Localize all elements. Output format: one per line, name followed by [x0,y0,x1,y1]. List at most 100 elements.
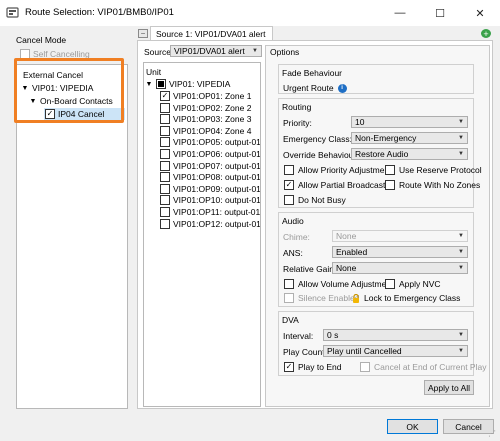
unit-item-label: VIP01:OP11: output-01-1 [173,207,260,217]
unit-item[interactable]: VIP01:OP12: output-01-1 [160,218,260,229]
override-behaviour-label: Override Behaviour: [283,150,359,160]
interval-value: 0 s [327,330,339,340]
dropdown-arrow-icon: ▼ [458,265,464,271]
unit-item[interactable]: VIP01:OP02: Zone 2 [160,102,260,113]
minimize-button[interactable]: — [380,0,420,26]
tab-source-1[interactable]: Source 1: VIP01/DVA01 alert [10] [150,26,273,49]
apply-nvc-checkbox[interactable]: Apply NVC [385,279,441,289]
checkbox-checked-icon: ✓ [284,180,294,190]
relative-gain-value: None [336,263,357,273]
apply-to-all-button[interactable]: Apply to All [424,380,474,395]
self-cancelling-checkbox[interactable]: Self Cancelling [20,49,90,59]
source-value: VIP01/DVA01 alert [174,46,245,56]
override-behaviour-select[interactable]: Restore Audio ▼ [351,148,468,160]
checkbox-icon[interactable] [160,114,170,125]
dropdown-arrow-icon: ▼ [458,233,464,239]
do-not-busy-checkbox[interactable]: Do Not Busy [284,195,346,205]
dropdown-arrow-icon: ▼ [458,151,464,157]
chevron-down-icon[interactable]: ▼ [29,98,37,105]
chevron-down-icon[interactable]: ▼ [145,81,153,88]
checkbox-icon[interactable] [160,160,170,171]
checkbox-icon [360,362,370,372]
ans-value: Enabled [336,247,368,257]
emergency-class-select[interactable]: Non-Emergency ▼ [351,132,468,144]
dropdown-arrow-icon: ▼ [458,249,464,255]
cancel-at-end-checkbox[interactable]: Cancel at End of Current Play [360,362,486,372]
remove-tab-button[interactable]: − [138,29,148,38]
unit-item-label: VIP01:OP09: output-01-0 [173,183,260,194]
allow-priority-adjustment-checkbox[interactable]: Allow Priority Adjustment [284,165,392,175]
checkbox-icon[interactable] [160,172,170,183]
unit-item[interactable]: VIP01:OP04: Zone 4 [160,125,260,136]
app-icon [6,7,19,18]
interval-label: Interval: [283,331,314,341]
unit-label: Unit [146,67,162,77]
checkbox-icon [284,279,294,289]
resize-grip-icon[interactable]: ⋰ [488,429,496,438]
chime-label: Chime: [283,232,310,242]
unit-item[interactable]: VIP01:OP05: output-01-0 [160,137,260,148]
unit-item[interactable]: VIP01:OP07: output-01-0 [160,160,260,171]
source-select[interactable]: VIP01/DVA01 alert ▼ [170,45,262,57]
lock-icon [353,293,359,303]
use-reserve-protocol-checkbox[interactable]: Use Reserve Protocol [385,165,482,175]
checkbox-checked-icon[interactable]: ✓ [45,109,55,119]
checkbox-checked-icon: ✓ [284,362,294,372]
close-button[interactable]: ✕ [460,0,500,26]
tree-group[interactable]: ▼ On-Board Contacts [29,96,113,106]
checkbox-icon[interactable] [160,195,170,206]
play-count-select[interactable]: Play until Cancelled ▼ [323,345,468,357]
play-to-end-checkbox[interactable]: ✓ Play to End [284,362,341,372]
unit-item[interactable]: VIP01:OP10: output-01-1 [160,195,260,206]
unit-tree-root[interactable]: ▼ VIP01: VIPEDIA [145,79,230,89]
checkbox-checked-icon[interactable]: ✓ [160,91,170,101]
chime-select[interactable]: None ▼ [332,230,468,242]
checkbox-icon[interactable] [160,207,170,217]
maximize-button[interactable]: ☐ [420,0,460,26]
checkbox-icon [284,165,294,175]
unit-item-label: VIP01:OP02: Zone 2 [173,102,252,113]
unit-item[interactable]: VIP01:OP11: output-01-1 [160,207,260,217]
checkbox-label: Cancel at End of Current Play [374,362,487,372]
checkbox-icon[interactable] [160,102,170,113]
unit-item[interactable]: VIP01:OP03: Zone 3 [160,114,260,125]
checkbox-icon[interactable] [160,218,170,229]
unit-item[interactable]: ✓ VIP01:OP01: Zone 1 [160,91,260,101]
tree-item-ip04-cancel[interactable]: ✓ IP04 Cancel [44,108,125,120]
checkbox-partial-icon[interactable] [156,79,166,89]
unit-item-label: VIP01:OP05: output-01-0 [173,137,260,148]
tree-root[interactable]: External Cancel [23,70,83,80]
unit-root-label: VIP01: VIPEDIA [169,79,231,89]
checkbox-label: Silence Enabled [298,293,360,303]
checkbox-icon[interactable] [160,137,170,148]
emergency-class-label: Emergency Class: [283,134,352,144]
add-tab-button[interactable]: + [481,29,491,39]
priority-select[interactable]: 10 ▼ [351,116,468,128]
relative-gain-select[interactable]: None ▼ [332,262,468,274]
checkbox-icon [385,279,395,289]
tree-device[interactable]: ▼ VIP01: VIPEDIA [21,83,94,93]
silence-enabled-checkbox[interactable]: Silence Enabled [284,293,359,303]
ok-button[interactable]: OK [387,419,438,434]
unit-item-label: VIP01:OP12: output-01-1 [173,218,260,229]
allow-volume-adjustment-checkbox[interactable]: Allow Volume Adjustment [284,279,393,289]
route-with-no-zones-checkbox[interactable]: Route With No Zones [385,180,480,190]
ans-select[interactable]: Enabled ▼ [332,246,468,258]
unit-item[interactable]: VIP01:OP08: output-01-0 [160,172,260,183]
checkbox-icon[interactable] [160,149,170,159]
checkbox-icon[interactable] [160,125,170,136]
cancel-button[interactable]: Cancel [443,419,494,434]
lock-to-emergency-row[interactable]: Lock to Emergency Class [352,293,460,303]
unit-item[interactable]: VIP01:OP09: output-01-0 [160,183,260,194]
info-icon[interactable]: i [337,83,347,93]
checkbox-icon[interactable] [160,183,170,194]
checkbox-icon [385,165,395,175]
cancel-mode-label: Cancel Mode [16,35,67,45]
unit-item-label: VIP01:OP03: Zone 3 [173,114,252,125]
allow-partial-broadcast-checkbox[interactable]: ✓ Allow Partial Broadcast [284,180,385,190]
priority-value: 10 [355,117,365,127]
unit-item[interactable]: VIP01:OP06: output-01-0 [160,149,260,159]
chevron-down-icon[interactable]: ▼ [21,85,29,92]
interval-select[interactable]: 0 s ▼ [323,329,468,341]
cancel-tree-panel[interactable]: External Cancel ▼ VIP01: VIPEDIA ▼ On-Bo… [16,64,128,409]
